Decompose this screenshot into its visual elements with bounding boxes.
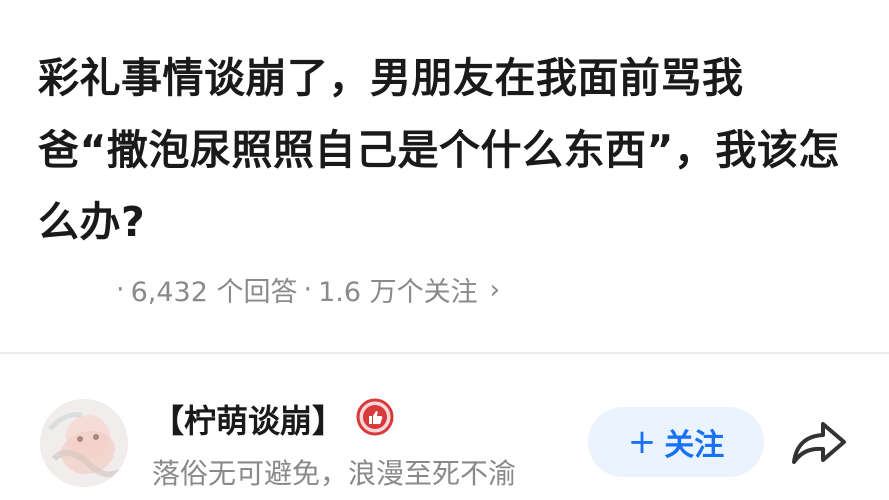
divider <box>0 352 889 354</box>
answer-count[interactable]: 6,432 个回答 <box>131 270 298 309</box>
share-icon[interactable] <box>790 416 848 468</box>
author-bio: 落俗无可避免，浪漫至死不渝 <box>152 457 517 490</box>
meta-separator: · <box>303 274 313 305</box>
author-name[interactable]: 【柠萌谈崩】 <box>152 396 344 442</box>
question-title: 彩礼事情谈崩了，男朋友在我面前骂我爸“撒泡尿照照自己是个什么东西”，我该怎么办? <box>38 54 840 246</box>
avatar-illustration <box>40 399 128 487</box>
follower-count[interactable]: 1.6 万个关注 <box>318 270 478 309</box>
chevron-right-icon[interactable]: › <box>490 275 500 305</box>
meta-separator: · <box>116 274 125 305</box>
question-meta: · 6,432 个回答 · 1.6 万个关注 › <box>110 270 500 309</box>
plus-icon: + <box>627 422 657 462</box>
thumbs-up-badge-icon <box>356 398 394 436</box>
follow-label: 关注 <box>664 428 725 463</box>
avatar[interactable] <box>40 399 128 487</box>
follow-button[interactable]: + 关注 <box>588 407 764 477</box>
